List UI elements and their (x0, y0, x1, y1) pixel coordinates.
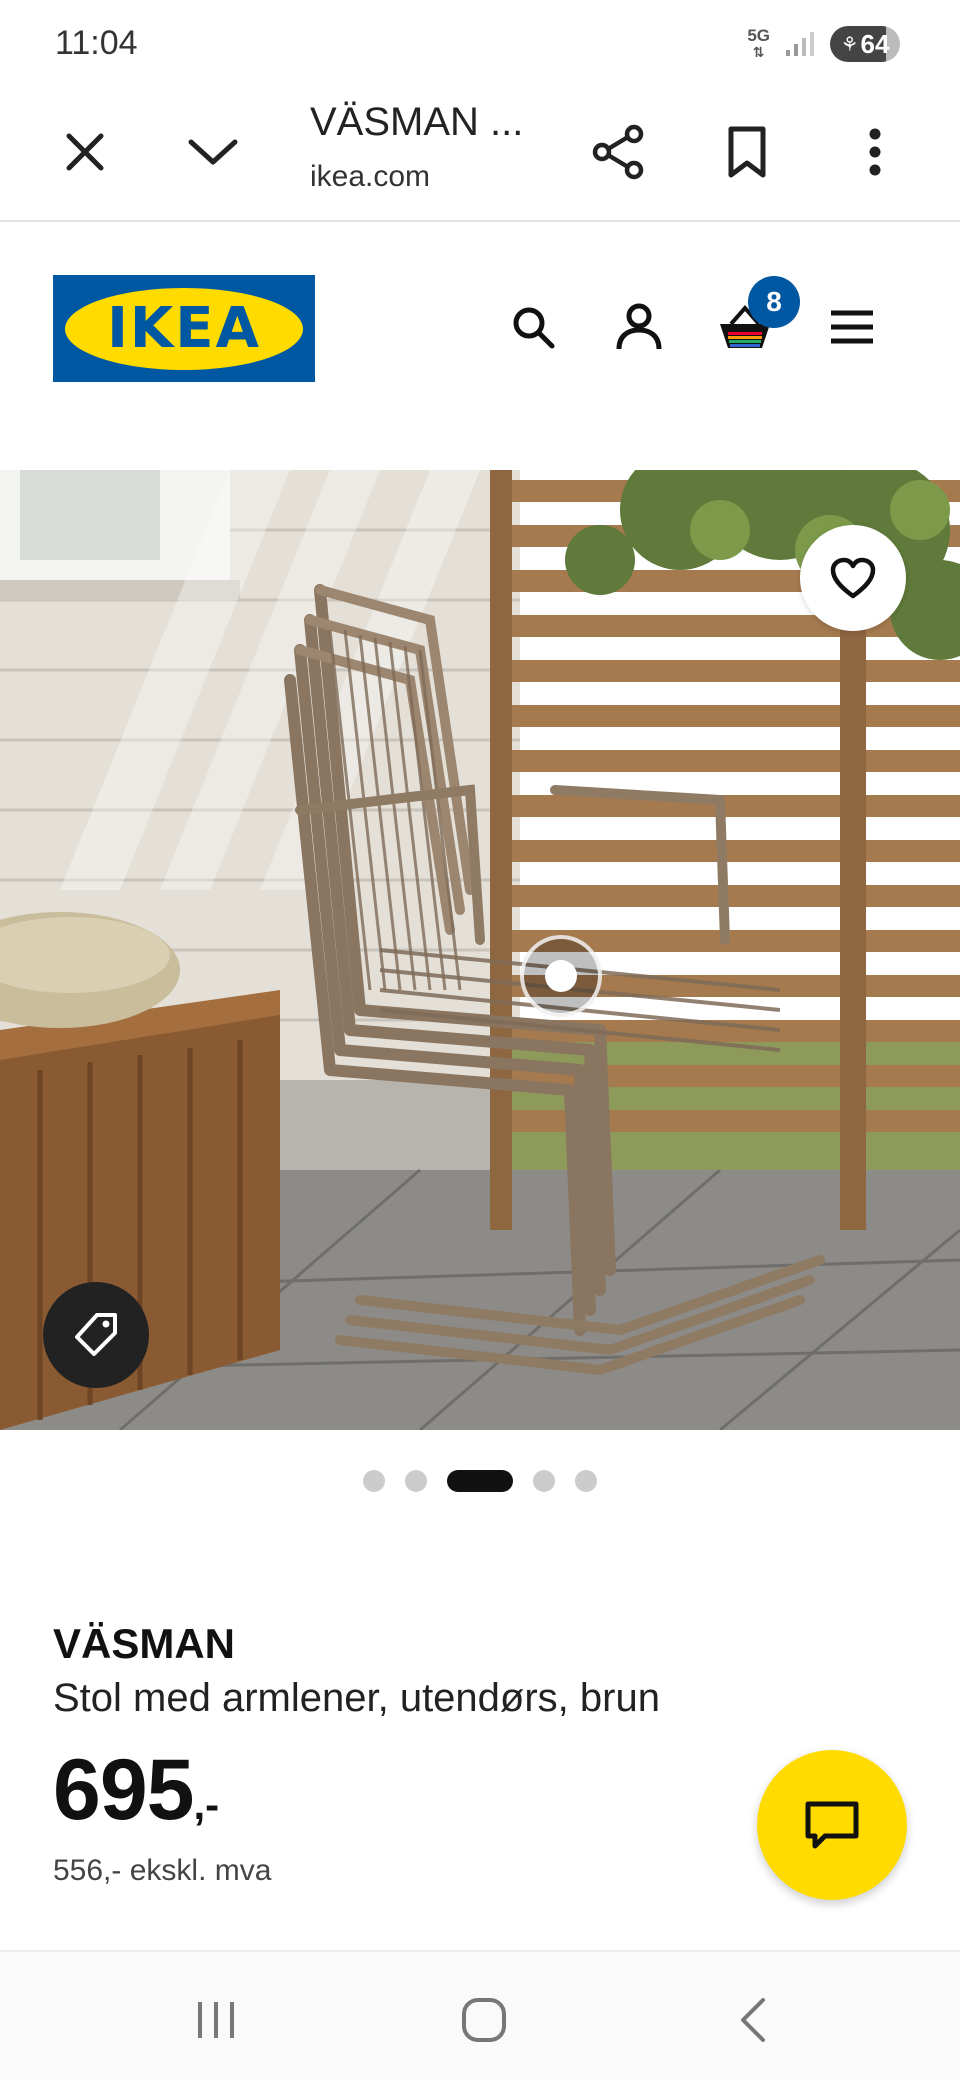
home-icon (462, 1998, 506, 2042)
system-nav-bar (0, 1950, 960, 2080)
home-button[interactable] (444, 1980, 524, 2060)
carousel-dot[interactable] (405, 1470, 427, 1492)
cart-count-badge: 8 (748, 276, 800, 328)
bookmark-button[interactable] (707, 112, 787, 192)
share-button[interactable] (578, 112, 658, 192)
status-time: 11:04 (55, 24, 138, 62)
carousel-dot[interactable] (533, 1470, 555, 1492)
recent-apps-button[interactable] (176, 1980, 256, 2060)
tag-icon (75, 1313, 117, 1356)
share-icon (592, 124, 644, 180)
image-carousel-dots (0, 1470, 960, 1492)
close-tab-button[interactable] (45, 112, 125, 192)
chat-icon (805, 1801, 859, 1849)
ikea-logo[interactable]: IKEA (53, 275, 315, 382)
close-icon (66, 133, 104, 171)
search-icon (513, 307, 555, 349)
shop-the-look-button[interactable] (43, 1282, 149, 1388)
network-label: 5G (747, 26, 770, 45)
product-description: Stol med armlener, utendørs, brun (53, 1676, 660, 1720)
menu-icon (831, 310, 873, 344)
product-image[interactable] (0, 470, 960, 1430)
price-ex-vat: 556,- ekskl. mva (53, 1854, 272, 1887)
battery-icon: ⚘ 64 (830, 26, 900, 62)
user-icon (616, 303, 662, 350)
carousel-dot-active[interactable] (447, 1470, 513, 1492)
status-icons: 5G ⇅ ⚘ 64 (747, 26, 900, 62)
logo-oval: IKEA (65, 287, 303, 370)
collapse-button[interactable] (173, 112, 253, 192)
chat-button[interactable] (757, 1750, 907, 1900)
chevron-down-icon (188, 139, 238, 165)
carousel-dot[interactable] (363, 1470, 385, 1492)
product-price: 695 ,- (53, 1741, 753, 1840)
price-integer: 695 (53, 1742, 194, 1838)
page-title: VÄSMAN ... (310, 100, 524, 144)
menu-button[interactable] (817, 292, 887, 362)
heart-icon (830, 557, 876, 599)
account-button[interactable] (604, 292, 674, 362)
hotspot-dot-icon (545, 960, 577, 992)
site-header: IKEA 8 (0, 222, 960, 422)
logo-text: IKEA (107, 296, 261, 361)
bookmark-icon (728, 126, 766, 178)
page-url[interactable]: ikea.com (310, 160, 430, 194)
more-vert-icon (869, 128, 881, 176)
browser-toolbar: VÄSMAN ... ikea.com (0, 90, 960, 222)
back-button[interactable] (712, 1980, 792, 2060)
product-info: VÄSMAN Stol med armlener, utendørs, brun… (53, 1620, 753, 1888)
price-suffix: ,- (193, 1781, 220, 1828)
signal-icon (786, 32, 814, 56)
back-icon (741, 1998, 765, 2042)
carousel-dot[interactable] (575, 1470, 597, 1492)
status-bar: 11:04 5G ⇅ ⚘ 64 (0, 0, 960, 90)
network-5g-icon: 5G ⇅ (747, 26, 770, 60)
search-button[interactable] (498, 292, 568, 362)
more-options-button[interactable] (835, 112, 915, 192)
product-hotspot[interactable] (520, 935, 602, 1017)
favorite-button[interactable] (800, 525, 906, 631)
recent-apps-icon (198, 2002, 234, 2038)
product-name: VÄSMAN (53, 1620, 236, 1667)
battery-level: 64 (860, 28, 890, 59)
